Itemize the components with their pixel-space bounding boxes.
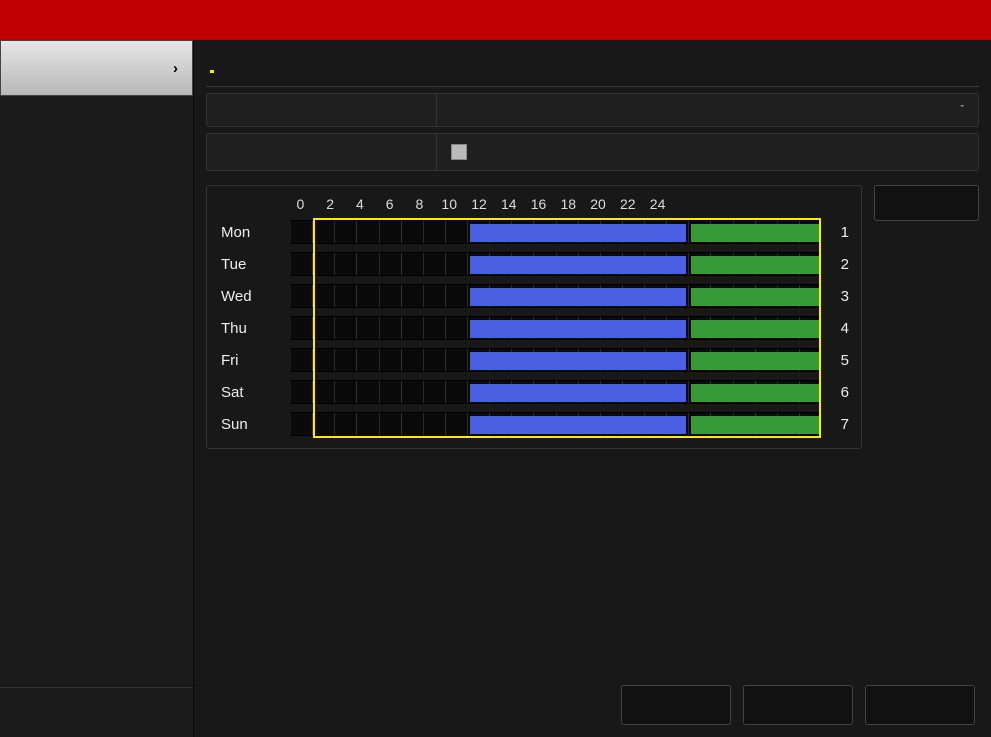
schedule-grid[interactable]: 024681012141618202224Mon 1 Tue 2 Wed 3 Thu 4 Fri… xyxy=(206,185,862,449)
schedule-block-motion[interactable] xyxy=(691,256,820,274)
day-grid[interactable] xyxy=(291,380,821,404)
back-button[interactable] xyxy=(865,685,975,725)
divider xyxy=(206,86,979,87)
schedule-tools xyxy=(874,185,979,449)
day-label: Sun xyxy=(219,416,291,433)
schedule-block-motion[interactable] xyxy=(691,320,820,338)
enable-schedule-label xyxy=(207,134,437,170)
day-grid[interactable] xyxy=(291,412,821,436)
schedule-block-motion[interactable] xyxy=(691,352,820,370)
schedule-block-motion[interactable] xyxy=(691,224,820,242)
day-label: Sat xyxy=(219,384,291,401)
schedule-block-motion[interactable] xyxy=(691,288,820,306)
schedule-row[interactable]: Fri 5 xyxy=(219,344,849,376)
camera-dropdown[interactable]: ˇ xyxy=(437,94,978,126)
day-index: 2 xyxy=(827,256,849,273)
main-panel: ˇ 024681012141618202224Mon 1 Tue 2 Wed 3 Thu 4 F… xyxy=(194,40,991,737)
schedule-row[interactable]: Mon 1 xyxy=(219,216,849,248)
enable-schedule-field xyxy=(206,133,979,171)
day-label: Wed xyxy=(219,288,291,305)
day-index: 5 xyxy=(827,352,849,369)
schedule-block-motion[interactable] xyxy=(691,384,820,402)
window-title xyxy=(0,0,991,40)
day-label: Tue xyxy=(219,256,291,273)
day-label: Thu xyxy=(219,320,291,337)
schedule-block-continuous[interactable] xyxy=(470,320,687,338)
day-grid[interactable] xyxy=(291,220,821,244)
sidebar-item-parameters[interactable] xyxy=(0,96,193,152)
schedule-row[interactable]: Thu 4 xyxy=(219,312,849,344)
schedule-block-continuous[interactable] xyxy=(470,256,687,274)
schedule-row[interactable]: Sat 6 xyxy=(219,376,849,408)
day-grid[interactable] xyxy=(291,284,821,308)
day-index: 3 xyxy=(827,288,849,305)
chevron-right-icon: › xyxy=(173,60,178,77)
day-grid[interactable] xyxy=(291,348,821,372)
day-label: Fri xyxy=(219,352,291,369)
camera-label xyxy=(207,94,437,126)
day-grid[interactable] xyxy=(291,252,821,276)
edit-button[interactable] xyxy=(874,185,979,221)
schedule-row[interactable]: Sun 7 xyxy=(219,408,849,440)
day-index: 4 xyxy=(827,320,849,337)
sidebar: › xyxy=(0,40,194,737)
schedule-block-motion[interactable] xyxy=(691,416,820,434)
schedule-block-continuous[interactable] xyxy=(470,352,687,370)
schedule-block-continuous[interactable] xyxy=(470,288,687,306)
day-index: 1 xyxy=(827,224,849,241)
legend xyxy=(874,231,979,233)
schedule-row[interactable]: Tue 2 xyxy=(219,248,849,280)
chevron-down-icon: ˇ xyxy=(960,104,964,116)
tab-capture[interactable] xyxy=(240,55,244,71)
schedule-block-continuous[interactable] xyxy=(470,224,687,242)
camera-field: ˇ xyxy=(206,93,979,127)
hour-tick: 24 xyxy=(637,196,678,212)
nav: › xyxy=(0,40,193,687)
tab-record[interactable] xyxy=(210,54,214,73)
apply-button[interactable] xyxy=(743,685,853,725)
schedule-block-continuous[interactable] xyxy=(470,384,687,402)
schedule-row[interactable]: Wed 3 xyxy=(219,280,849,312)
tab-bar xyxy=(206,40,979,86)
sidebar-item-schedule[interactable]: › xyxy=(0,40,193,96)
enable-schedule-checkbox[interactable] xyxy=(451,144,467,160)
day-grid[interactable] xyxy=(291,316,821,340)
day-label: Mon xyxy=(219,224,291,241)
day-index: 6 xyxy=(827,384,849,401)
copy-button[interactable] xyxy=(621,685,731,725)
schedule-block-continuous[interactable] xyxy=(470,416,687,434)
footer-buttons xyxy=(206,677,979,725)
live-view-button[interactable] xyxy=(0,687,193,737)
sidebar-item-advanced[interactable] xyxy=(0,152,193,208)
day-index: 7 xyxy=(827,416,849,433)
hour-axis: 024681012141618202224 xyxy=(291,196,821,212)
sidebar-item-holiday[interactable] xyxy=(0,208,193,264)
